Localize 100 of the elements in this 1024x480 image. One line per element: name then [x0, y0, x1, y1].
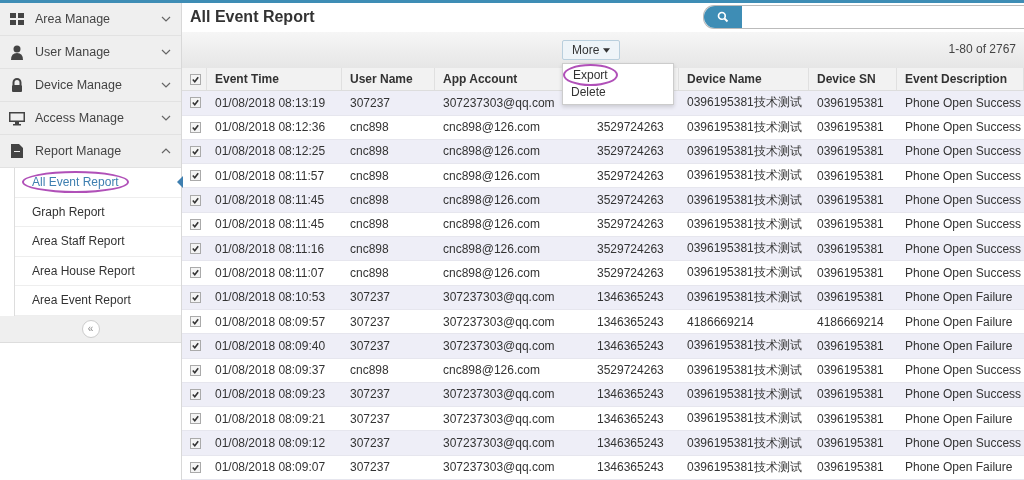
table-cell: 0396195381: [817, 120, 884, 135]
sidebar-item[interactable]: Access Manage: [0, 102, 181, 135]
column-header[interactable]: User Name: [350, 72, 413, 87]
table-cell: Phone Open Failure: [905, 460, 1013, 475]
table-cell: 01/08/2018 08:12:36: [215, 120, 326, 135]
sidebar-item[interactable]: Device Manage: [0, 69, 181, 102]
more-button[interactable]: More: [562, 40, 621, 61]
checkbox[interactable]: [190, 316, 201, 328]
table-cell: 3529724263: [597, 193, 664, 208]
menu-item[interactable]: Delete: [563, 84, 673, 102]
table-cell: 1346365243: [597, 314, 664, 329]
table-cell: 0396195381: [817, 144, 884, 159]
checkbox[interactable]: [190, 437, 201, 449]
sidebar-subitem[interactable]: Area Event Report: [15, 286, 181, 316]
table-cell: 3529724263: [597, 168, 664, 183]
checkbox[interactable]: [190, 97, 201, 109]
search-icon[interactable]: [717, 11, 729, 24]
chevron-down-icon: [161, 82, 171, 88]
table-cell: 1346365243: [597, 290, 664, 305]
sidebar-subitem[interactable]: Area Staff Report: [15, 227, 181, 257]
table-cell: 0396195381: [817, 217, 884, 232]
table-cell: Phone Open Success: [905, 144, 1022, 159]
table-cell: 307237303@qq.com: [443, 436, 555, 451]
checkbox[interactable]: [190, 291, 201, 303]
checkbox[interactable]: [190, 388, 201, 400]
column-header[interactable]: Device SN: [817, 72, 876, 87]
table-cell: cnc898: [350, 144, 389, 159]
checkbox[interactable]: [190, 170, 201, 182]
table-cell: cnc898@126.com: [443, 193, 540, 208]
table-cell: Phone Open Success: [905, 436, 1022, 451]
table-cell: cnc898: [350, 363, 389, 378]
checkbox[interactable]: [190, 121, 201, 133]
sidebar-item[interactable]: Area Manage: [0, 3, 181, 36]
table-cell: Phone Open Success: [905, 120, 1022, 135]
table-cell: 0396195381: [817, 95, 884, 110]
table-cell: 0396195381技术测试: [687, 241, 802, 256]
table-cell: 307237: [350, 460, 391, 475]
table-cell: cnc898@126.com: [443, 120, 540, 135]
sidebar-item[interactable]: User Manage: [0, 36, 181, 69]
table-cell: 4186669214: [817, 314, 884, 329]
checkbox[interactable]: [190, 364, 201, 376]
table-cell: 0396195381: [817, 387, 884, 402]
checkbox[interactable]: [190, 243, 201, 255]
document-icon: [9, 143, 25, 159]
table-cell: Phone Open Success: [905, 193, 1022, 208]
sidebar-subitem[interactable]: Graph Report: [15, 197, 181, 227]
table-cell: 01/08/2018 08:09:21: [215, 411, 326, 426]
table-cell: Phone Open Failure: [905, 338, 1013, 353]
table-cell: 3529724263: [597, 120, 664, 135]
table-cell: 0396195381: [817, 363, 884, 378]
page-title: All Event Report: [190, 8, 315, 27]
table-cell: 307237303@qq.com: [443, 290, 555, 305]
table-cell: 307237303@qq.com: [443, 314, 555, 329]
sidebar-subitem[interactable]: Area House Report: [15, 256, 181, 286]
table-cell: Phone Open Success: [905, 265, 1022, 280]
checkbox[interactable]: [190, 73, 201, 85]
table-cell: cnc898@126.com: [443, 241, 540, 256]
column-header[interactable]: App Account: [443, 72, 518, 87]
table-cell: 0396195381技术测试: [687, 289, 802, 304]
checkbox[interactable]: [190, 340, 201, 352]
table-cell: 01/08/2018 08:10:53: [215, 290, 326, 305]
chevron-down-icon: [161, 16, 171, 22]
table-cell: 307237303@qq.com: [443, 460, 555, 475]
column-header[interactable]: Event Description: [905, 72, 1008, 87]
table-cell: 01/08/2018 08:11:16: [215, 241, 325, 256]
table-cell: Phone Open Success: [905, 241, 1022, 256]
checkbox[interactable]: [190, 267, 201, 279]
column-header[interactable]: Event Time: [215, 72, 279, 87]
checkbox[interactable]: [190, 146, 201, 157]
table-cell: 307237303@qq.com: [443, 411, 555, 426]
checkbox[interactable]: [190, 194, 201, 206]
table-cell: cnc898: [350, 120, 389, 135]
table-cell: cnc898@126.com: [443, 265, 540, 280]
pagination-info: 1-80 of 2767: [948, 42, 1016, 57]
chevron-up-icon: [161, 148, 171, 154]
table-cell: 1346365243: [597, 436, 664, 451]
table-cell: cnc898@126.com: [443, 363, 540, 378]
table-cell: Phone Open Success: [905, 363, 1022, 378]
table-cell: 0396195381技术测试: [687, 435, 802, 450]
checkbox[interactable]: [190, 461, 201, 473]
checkbox[interactable]: [190, 413, 201, 425]
column-header[interactable]: Device Name: [687, 72, 762, 87]
table-cell: 307237: [350, 314, 391, 329]
table-cell: 0396195381技术测试: [687, 411, 802, 426]
table-cell: 01/08/2018 08:09:12: [215, 436, 326, 451]
table-cell: 0396195381技术测试: [687, 386, 802, 401]
table-cell: 1346365243: [597, 411, 664, 426]
table-cell: 307237303@qq.com: [443, 338, 555, 353]
search-field[interactable]: [703, 5, 1024, 30]
table-cell: Phone Open Failure: [905, 411, 1013, 426]
table-cell: cnc898: [350, 168, 389, 183]
table-cell: Phone Open Success: [905, 387, 1022, 402]
table-cell: 0396195381技术测试: [687, 362, 802, 377]
sidebar-item[interactable]: Report Manage: [0, 135, 181, 168]
table-cell: 01/08/2018 08:09:57: [215, 314, 326, 329]
collapse-button[interactable]: «: [81, 319, 100, 338]
table-cell: 0396195381: [817, 265, 884, 280]
table-cell: 0396195381技术测试: [687, 168, 802, 183]
table-cell: 0396195381技术测试: [687, 144, 802, 158]
checkbox[interactable]: [190, 218, 201, 230]
